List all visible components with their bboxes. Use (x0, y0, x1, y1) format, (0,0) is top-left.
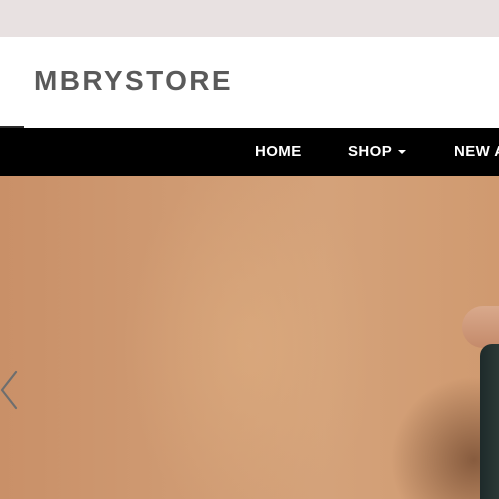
hero-image-figure (462, 306, 499, 348)
slider-prev-button[interactable] (0, 370, 22, 410)
nav-item-label: SHOP (348, 143, 393, 160)
nav-item-label: HOME (255, 143, 302, 160)
nav-item-new-arrivals[interactable]: NEW A (454, 128, 499, 176)
top-bar (0, 0, 499, 37)
page: MBRYSTORE HOME SHOP NEW A (0, 0, 499, 499)
nav-item-shop[interactable]: SHOP (348, 128, 407, 176)
site-logo[interactable]: MBRYSTORE (34, 67, 233, 95)
main-nav: HOME SHOP NEW A (0, 128, 499, 176)
nav-item-home[interactable]: HOME (255, 128, 302, 176)
hero-banner (0, 176, 499, 499)
hero-image-figure-legs (480, 344, 499, 499)
chevron-left-icon (0, 370, 18, 410)
nav-item-label: NEW A (454, 143, 499, 160)
caret-down-icon (398, 150, 407, 155)
site-header: MBRYSTORE (0, 37, 499, 128)
